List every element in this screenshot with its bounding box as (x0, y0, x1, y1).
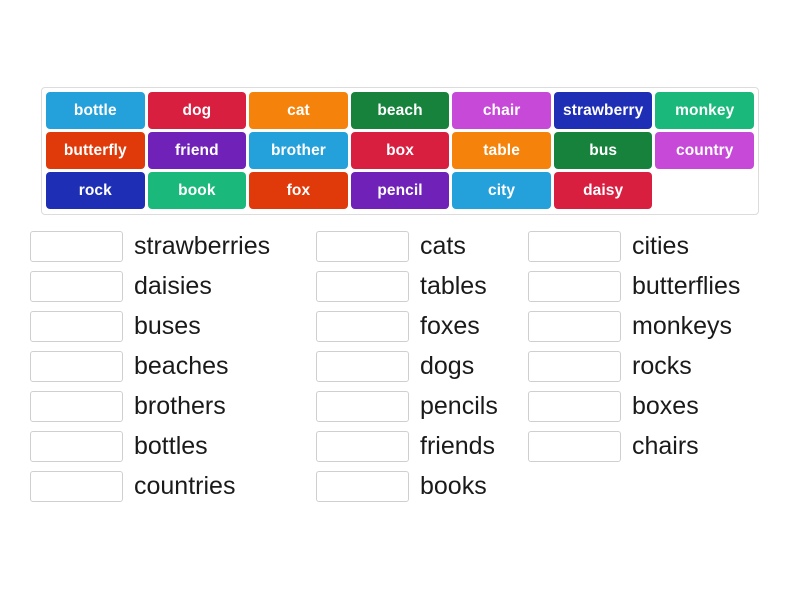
answer-row: chairs (528, 426, 782, 466)
answer-row: cities (528, 226, 782, 266)
drop-slot[interactable] (528, 230, 621, 262)
word-tile[interactable]: butterfly (46, 132, 145, 169)
drop-slot[interactable] (30, 390, 123, 422)
word-tile[interactable]: bottle (46, 92, 145, 129)
word-bank-row: rock book fox pencil city daisy (46, 172, 755, 209)
answer-label: boxes (632, 391, 699, 420)
word-tile[interactable]: daisy (553, 172, 653, 209)
answer-column: cats tables foxes dogs pencils friends books (316, 226, 528, 506)
answer-label: tables (420, 271, 487, 300)
activity-page: bottle dog cat beach chair strawberry monkey bu… (0, 0, 800, 600)
answer-row: boxes (528, 386, 782, 426)
drop-slot[interactable] (30, 230, 123, 262)
answer-row: countries (30, 466, 316, 506)
drop-slot[interactable] (30, 350, 123, 382)
drop-slot[interactable] (30, 430, 123, 462)
word-tile[interactable]: chair (452, 92, 551, 129)
word-bank: bottle dog cat beach chair strawberry monkey bu… (41, 87, 759, 215)
answer-column: cities butterflies monkeys rocks boxes chairs (528, 226, 782, 506)
drop-slot[interactable] (316, 430, 409, 462)
answer-columns: strawberries daisies buses beaches brothers b… (30, 226, 782, 506)
answer-row: pencils (316, 386, 528, 426)
drop-slot[interactable] (316, 390, 409, 422)
word-tile[interactable]: country (655, 132, 755, 169)
word-tile[interactable]: monkey (655, 92, 755, 129)
word-tile[interactable]: cat (249, 92, 348, 129)
answer-row: daisies (30, 266, 316, 306)
drop-slot[interactable] (528, 350, 621, 382)
drop-slot[interactable] (316, 230, 409, 262)
answer-row: cats (316, 226, 528, 266)
word-tile-empty (655, 172, 755, 209)
answer-label: friends (420, 431, 496, 460)
drop-slot[interactable] (528, 310, 621, 342)
answer-row: buses (30, 306, 316, 346)
drop-slot[interactable] (528, 270, 621, 302)
word-tile[interactable]: pencil (350, 172, 450, 209)
drop-slot[interactable] (30, 310, 123, 342)
answer-label: beaches (134, 351, 229, 380)
answer-label: cats (420, 231, 466, 260)
answer-label: strawberries (134, 231, 271, 260)
answer-row: butterflies (528, 266, 782, 306)
answer-label: pencils (420, 391, 498, 420)
drop-slot[interactable] (528, 430, 621, 462)
answer-row: tables (316, 266, 528, 306)
drop-slot[interactable] (316, 270, 409, 302)
word-tile[interactable]: fox (249, 172, 348, 209)
word-tile[interactable]: friend (147, 132, 247, 169)
drop-slot[interactable] (30, 270, 123, 302)
drop-slot[interactable] (316, 470, 409, 502)
word-tile[interactable]: beach (350, 92, 450, 129)
word-tile[interactable]: box (350, 132, 450, 169)
answer-label: buses (134, 311, 201, 340)
answer-label: cities (632, 231, 689, 260)
drop-slot[interactable] (316, 310, 409, 342)
answer-row: books (316, 466, 528, 506)
answer-label: monkeys (632, 311, 733, 340)
answer-row: friends (316, 426, 528, 466)
word-bank-row: butterfly friend brother box table bus country (46, 132, 755, 169)
drop-slot[interactable] (30, 470, 123, 502)
answer-label: brothers (134, 391, 226, 420)
answer-row: bottles (30, 426, 316, 466)
word-tile[interactable]: table (452, 132, 551, 169)
answer-label: books (420, 471, 487, 500)
drop-slot[interactable] (316, 350, 409, 382)
word-tile[interactable]: strawberry (553, 92, 653, 129)
answer-row: foxes (316, 306, 528, 346)
word-tile[interactable]: bus (553, 132, 653, 169)
answer-label: foxes (420, 311, 480, 340)
answer-label: dogs (420, 351, 475, 380)
answer-row: dogs (316, 346, 528, 386)
answer-row: brothers (30, 386, 316, 426)
word-tile[interactable]: brother (249, 132, 348, 169)
word-tile[interactable]: dog (147, 92, 247, 129)
answer-label: chairs (632, 431, 699, 460)
answer-column: strawberries daisies buses beaches brothers b… (30, 226, 316, 506)
word-tile[interactable]: book (147, 172, 247, 209)
answer-row: rocks (528, 346, 782, 386)
word-bank-row: bottle dog cat beach chair strawberry monkey (46, 92, 755, 129)
drop-slot[interactable] (528, 390, 621, 422)
answer-label: daisies (134, 271, 212, 300)
answer-label: butterflies (632, 271, 741, 300)
answer-label: countries (134, 471, 236, 500)
word-tile[interactable]: city (452, 172, 551, 209)
answer-row: strawberries (30, 226, 316, 266)
answer-label: rocks (632, 351, 692, 380)
answer-label: bottles (134, 431, 208, 460)
answer-row: beaches (30, 346, 316, 386)
answer-row: monkeys (528, 306, 782, 346)
word-tile[interactable]: rock (46, 172, 145, 209)
